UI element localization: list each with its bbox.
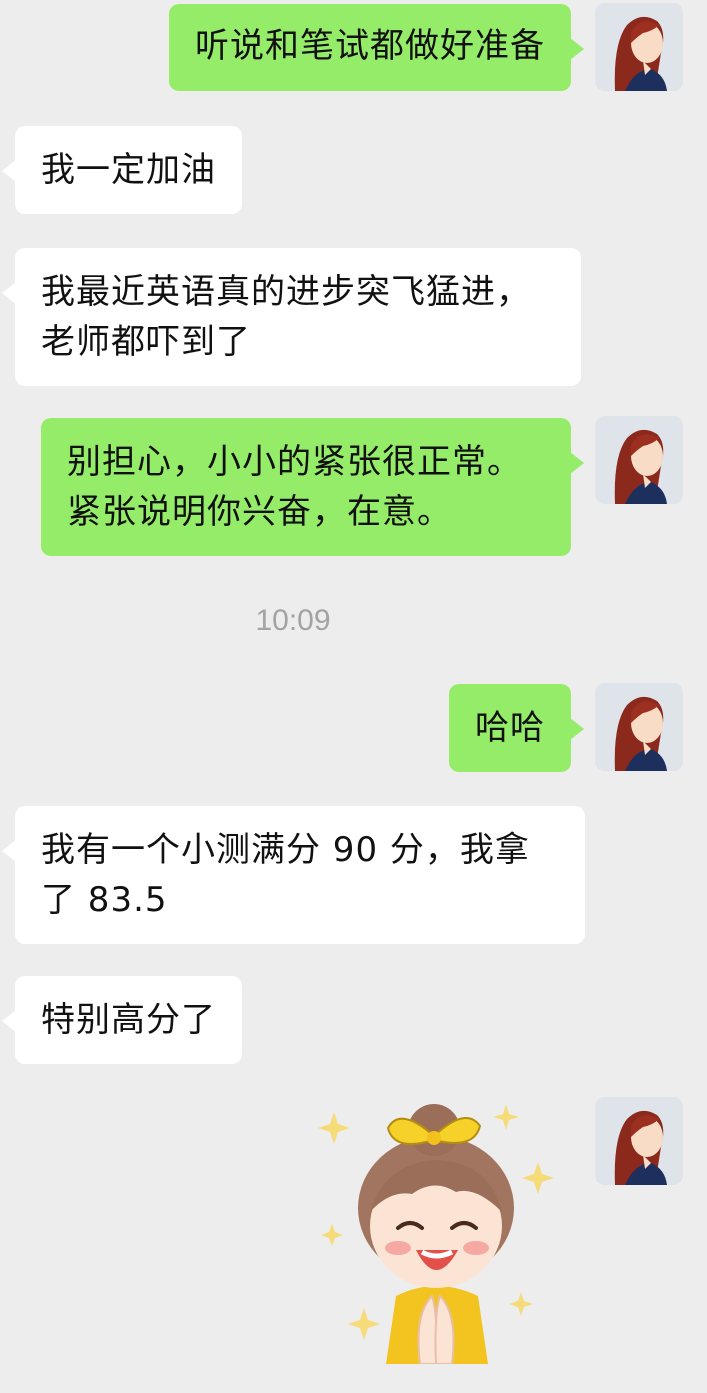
outgoing-message-bubble[interactable]: 听说和笔试都做好准备 bbox=[169, 4, 584, 91]
outgoing-message-bubble[interactable]: 哈哈 bbox=[449, 684, 584, 772]
woman-portrait-icon bbox=[595, 1097, 683, 1185]
user-avatar[interactable] bbox=[595, 683, 683, 771]
user-avatar[interactable] bbox=[595, 416, 683, 504]
incoming-message-bubble[interactable]: 特别高分了 bbox=[2, 976, 242, 1064]
girl-praying-happy-sticker[interactable] bbox=[316, 1100, 556, 1364]
outgoing-message-bubble[interactable]: 别担心，小小的紧张很正常。 紧张说明你兴奋，在意。 bbox=[41, 418, 584, 556]
incoming-message-bubble[interactable]: 我最近英语真的进步突飞猛进， 老师都吓到了 bbox=[2, 248, 581, 386]
user-avatar[interactable] bbox=[595, 1097, 683, 1185]
woman-portrait-icon bbox=[595, 683, 683, 771]
message-timestamp: 10:09 bbox=[255, 604, 331, 637]
user-avatar[interactable] bbox=[595, 3, 683, 91]
woman-portrait-icon bbox=[595, 3, 683, 91]
sticker-illustration-icon bbox=[318, 1104, 554, 1364]
incoming-message-bubble[interactable]: 我有一个小测满分 90 分，我拿 了 83.5 bbox=[2, 806, 585, 944]
incoming-message-bubble[interactable]: 我一定加油 bbox=[2, 126, 242, 214]
woman-portrait-icon bbox=[595, 416, 683, 504]
